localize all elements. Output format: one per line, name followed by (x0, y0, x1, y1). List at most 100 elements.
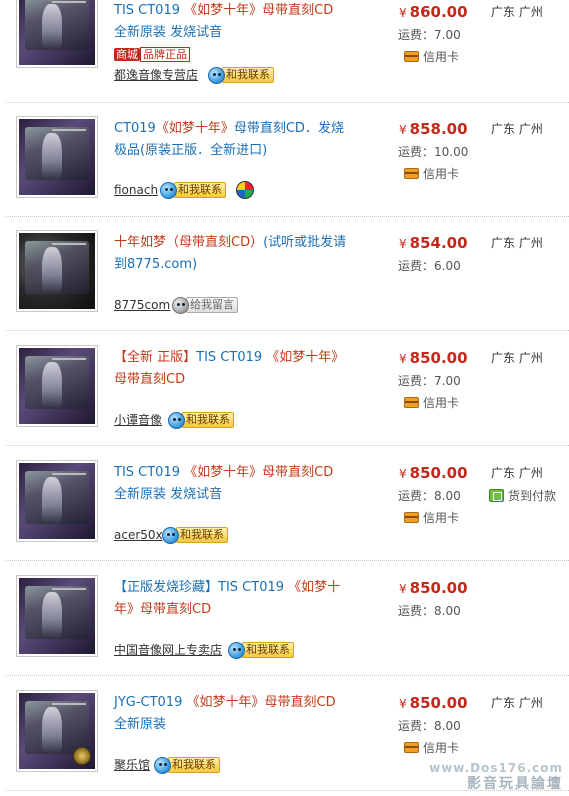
seller-link[interactable]: 中国音像网上专卖店 (114, 641, 222, 659)
shipping-value: 8.00 (434, 604, 461, 618)
currency-symbol: ¥ (399, 582, 407, 596)
title-segment: CT019 (114, 121, 156, 136)
title-segment: JYG-CT019 (114, 695, 187, 710)
payment-method: 信用卡 (404, 739, 459, 756)
product-thumbnail[interactable] (16, 116, 98, 198)
product-thumbnail[interactable] (16, 0, 98, 68)
product-thumbnail[interactable] (16, 345, 98, 427)
result-row: TIS CT019 《如梦十年》母带直刻CD 全新原装 发烧试音 商城 品牌正品 都逸音… (6, 0, 569, 103)
price-value: 850.00 (409, 579, 468, 597)
result-row: 十年如梦（母带直刻CD）(试听或批发请到8775.com) 8775com 给我留言… (6, 216, 569, 331)
wangwang-icon (172, 296, 189, 314)
credit-card-label: 信用卡 (423, 50, 460, 64)
shipping-fee: 运费：8.00 (398, 717, 461, 734)
contact-label: 给我留言 (186, 297, 238, 313)
contact-seller-button[interactable]: 和我联系 (154, 756, 220, 774)
product-subtitle: 全新原装 发烧试音 (114, 25, 223, 40)
wangwang-icon (160, 181, 177, 199)
shipping-value: 7.00 (434, 28, 461, 42)
title-segment: 母带直刻CD (262, 3, 334, 18)
result-row: CT019《如梦十年》母带直刻CD．发烧极品(原装正版．全新进口) fionach… (6, 102, 569, 217)
contact-label: 和我联系 (174, 182, 226, 198)
credit-card-icon (404, 397, 419, 408)
credit-card-icon (404, 168, 419, 179)
contact-seller-button[interactable]: 和我联系 (168, 411, 234, 429)
result-row: 【全新 正版】TIS CT019 《如梦十年》母带直刻CD 小谭音像 和我联系 ¥85… (6, 331, 569, 446)
title-segment: TIS CT019 (218, 580, 289, 595)
seller-location: 广东 广州 (491, 696, 543, 710)
product-thumbnail[interactable] (16, 230, 98, 312)
payment-method: 信用卡 (404, 165, 459, 182)
currency-symbol: ¥ (399, 237, 407, 251)
contact-seller-button[interactable]: 和我联系 (208, 66, 274, 84)
shipping-label: 运费： (398, 604, 435, 618)
seller-link[interactable]: 聚乐馆 (114, 756, 150, 774)
product-title-link[interactable]: 【全新 正版】TIS CT019 《如梦十年》母带直刻CD (114, 347, 354, 391)
product-title-link[interactable]: 十年如梦（母带直刻CD）(试听或批发请到8775.com) (114, 232, 354, 276)
shipping-value: 7.00 (434, 374, 461, 388)
product-thumbnail[interactable] (16, 575, 98, 657)
title-segment: 【全新 正版】 (114, 350, 197, 365)
credit-card-label: 信用卡 (423, 511, 460, 525)
seller-link[interactable]: fionach (114, 181, 158, 199)
shipping-value: 10.00 (434, 145, 469, 159)
shipping-fee: 运费：8.00 (398, 487, 461, 504)
mall-promo-tag: 商城 品牌正品 (114, 46, 190, 62)
price-value: 850.00 (409, 349, 468, 367)
product-thumbnail[interactable] (16, 460, 98, 542)
seller-location: 广东 广州 (491, 236, 543, 250)
title-segment: 《如梦十年》 (184, 465, 263, 480)
shipping-fee: 运费：7.00 (398, 372, 461, 389)
shipping-label: 运费： (398, 719, 435, 733)
credit-card-icon (404, 51, 419, 62)
price-value: 850.00 (409, 464, 468, 482)
title-segment: 十年如梦（母带直刻CD） (114, 235, 264, 250)
product-subtitle: 全新原装 发烧试音 (114, 487, 223, 502)
price: ¥850.00 (399, 579, 468, 597)
wangwang-icon (154, 756, 171, 774)
seller-location: 广东 广州 (491, 122, 543, 136)
contact-seller-button[interactable]: 和我联系 (160, 181, 226, 199)
seller-link[interactable]: 都逸音像专营店 (114, 66, 198, 84)
contact-seller-button[interactable]: 和我联系 (162, 526, 228, 544)
shipping-label: 运费： (398, 259, 435, 273)
title-segment: 母带直刻CD (262, 465, 334, 480)
currency-symbol: ¥ (399, 352, 407, 366)
cash-on-delivery: 货到付款 (489, 487, 556, 504)
shipping-label: 运费： (398, 145, 435, 159)
seller-link[interactable]: acer50x (114, 526, 163, 544)
title-segment: 《如梦十年》 (184, 3, 263, 18)
product-subtitle: 全新原装 (114, 717, 167, 732)
currency-symbol: ¥ (399, 467, 407, 481)
wangwang-icon (168, 411, 185, 429)
product-title-link[interactable]: 【正版发烧珍藏】TIS CT019 《如梦十年》母带直刻CD (114, 577, 354, 621)
shipping-fee: 运费：8.00 (398, 602, 461, 619)
product-title-link[interactable]: JYG-CT019 《如梦十年》母带直刻CD 全新原装 (114, 692, 354, 736)
product-title-link[interactable]: TIS CT019 《如梦十年》母带直刻CD 全新原装 发烧试音 (114, 462, 354, 506)
product-thumbnail[interactable] (16, 690, 98, 772)
shipping-label: 运费： (398, 489, 435, 503)
price-value: 860.00 (409, 3, 468, 21)
seller-link[interactable]: 8775com (114, 296, 170, 314)
cod-label: 货到付款 (508, 489, 557, 503)
contact-label: 和我联系 (242, 642, 294, 658)
contact-label: 和我联系 (182, 412, 234, 428)
brand-genuine-tag: 品牌正品 (140, 47, 190, 62)
product-title-link[interactable]: TIS CT019 《如梦十年》母带直刻CD 全新原装 发烧试音 (114, 0, 354, 44)
credit-card-label: 信用卡 (423, 396, 460, 410)
album-cover-image (19, 233, 95, 309)
price-value: 858.00 (409, 120, 468, 138)
product-title-link[interactable]: CT019《如梦十年》母带直刻CD．发烧极品(原装正版．全新进口) (114, 118, 354, 162)
leave-message-button[interactable]: 给我留言 (172, 296, 238, 314)
currency-symbol: ¥ (399, 697, 407, 711)
price: ¥850.00 (399, 694, 468, 712)
shipping-value: 6.00 (434, 259, 461, 273)
album-cover-image (19, 578, 95, 654)
seller-location: 广东 广州 (491, 466, 543, 480)
seller-location: 广东 广州 (491, 351, 543, 365)
currency-symbol: ¥ (399, 6, 407, 20)
shipping-value: 8.00 (434, 489, 461, 503)
seller-link[interactable]: 小谭音像 (114, 411, 162, 429)
contact-seller-button[interactable]: 和我联系 (228, 641, 294, 659)
credit-card-icon (404, 742, 419, 753)
